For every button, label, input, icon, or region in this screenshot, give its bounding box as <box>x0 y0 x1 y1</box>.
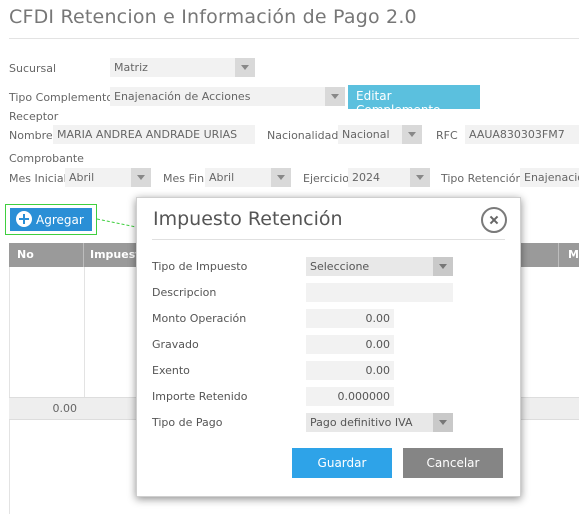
gravado-label: Gravado <box>152 338 199 351</box>
total-value: 0.00 <box>52 402 78 415</box>
chevron-down-icon <box>416 175 424 180</box>
gravado-field[interactable]: 0.00 <box>306 335 394 354</box>
chevron-down-icon <box>331 94 339 99</box>
col-no-header: No <box>17 248 34 261</box>
tipo-impuesto-value: Seleccione <box>310 260 370 273</box>
guardar-button[interactable]: Guardar <box>292 448 392 478</box>
chevron-down-icon <box>408 132 416 137</box>
tipo-impuesto-select[interactable]: Seleccione <box>306 257 453 276</box>
close-icon[interactable] <box>481 207 507 233</box>
descripcion-field[interactable] <box>306 283 453 302</box>
impuesto-retencion-modal: Impuesto Retención Tipo de Impuesto Sele… <box>136 197 521 497</box>
monto-operacion-field[interactable]: 0.00 <box>306 309 394 328</box>
importe-retenido-field[interactable]: 0.000000 <box>306 387 394 406</box>
tipo-pago-value: Pago definitivo IVA <box>310 416 413 429</box>
chevron-down-icon <box>439 264 447 269</box>
cancelar-button[interactable]: Cancelar <box>403 448 503 478</box>
tipo-pago-select[interactable]: Pago definitivo IVA <box>306 413 453 432</box>
modal-divider <box>152 239 505 240</box>
chevron-down-icon <box>137 175 145 180</box>
chevron-down-icon <box>241 65 249 70</box>
column-divider <box>558 243 559 267</box>
descripcion-label: Descripcion <box>152 286 217 299</box>
col-m-header: M <box>568 248 579 261</box>
chevron-down-icon <box>277 175 285 180</box>
chevron-down-icon <box>439 420 447 425</box>
monto-operacion-label: Monto Operación <box>152 312 247 325</box>
column-divider <box>83 243 84 267</box>
importe-retenido-label: Importe Retenido <box>152 390 248 403</box>
modal-title: Impuesto Retención <box>153 208 343 230</box>
tipo-pago-label: Tipo de Pago <box>152 416 223 429</box>
exento-label: Exento <box>152 364 190 377</box>
exento-field[interactable]: 0.00 <box>306 361 394 380</box>
tipo-impuesto-label: Tipo de Impuesto <box>152 260 248 273</box>
column-divider <box>84 267 85 397</box>
